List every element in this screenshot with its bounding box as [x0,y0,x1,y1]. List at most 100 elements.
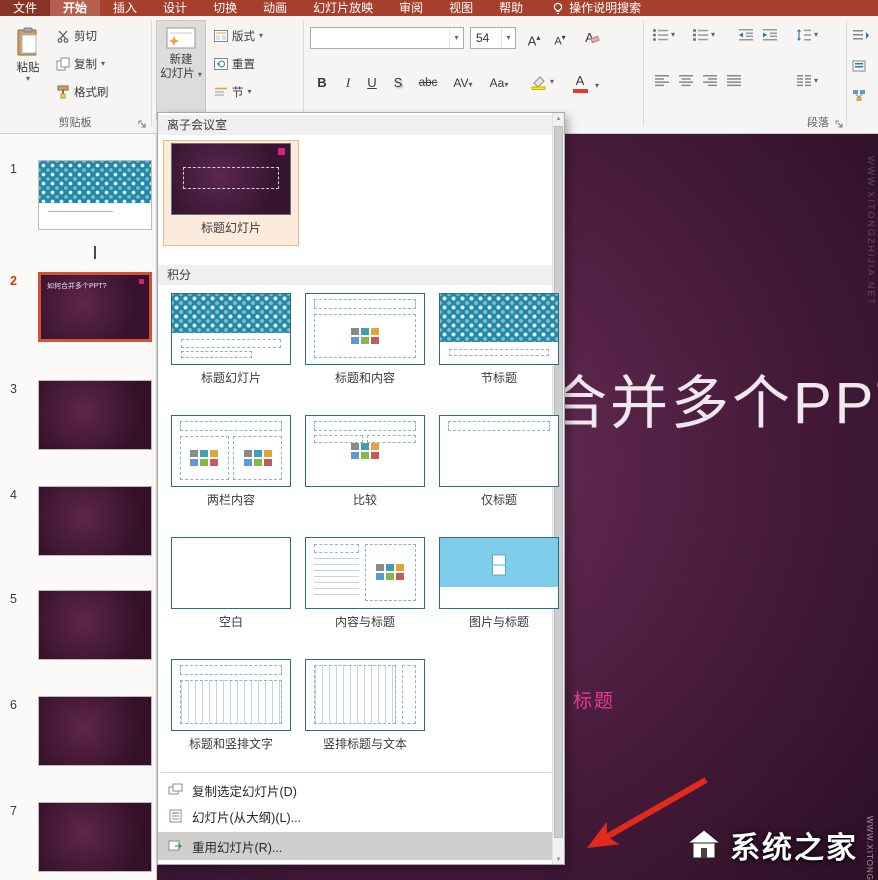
new-slide-label-1: 新建 [170,54,193,66]
tab-animations[interactable]: 动画 [250,0,300,16]
paste-label: 粘贴 [17,61,40,75]
change-case-button[interactable]: Aa▾ [486,72,512,94]
increase-indent-button[interactable] [762,28,778,42]
bullets-button[interactable]: ▾ [652,28,675,42]
italic-button[interactable]: I [338,72,358,94]
decrease-indent-button[interactable] [738,28,754,42]
slide-number-6: 6 [10,698,17,712]
bold-button[interactable]: B [312,72,332,94]
tab-design[interactable]: 设计 [150,0,200,16]
character-spacing-button[interactable]: AV▾ [450,72,476,94]
align-right-icon [702,74,718,87]
layout-button[interactable]: 版式 ▾ [214,26,263,46]
layout-option-teal-title[interactable]: 标题幻灯片 [164,291,298,395]
layout-label: 版式 [232,28,255,44]
clear-formatting-button[interactable]: A [582,27,602,49]
paste-button[interactable]: 粘贴 ▾ [6,21,50,119]
layout-section-header: 离子会议室 [158,115,552,135]
slide-thumbnail-2[interactable]: 如何合并多个PPT? [38,272,152,342]
layout-thumbnail-teal-title [171,293,291,365]
tab-insert[interactable]: 插入 [100,0,150,16]
slide-thumbnail-3[interactable] [38,380,152,450]
text-shadow-button[interactable]: S [388,72,408,94]
paragraph-dialog-launcher[interactable] [834,119,844,129]
convert-smartart-button[interactable] [852,84,878,108]
layout-option-teal-section[interactable]: 节标题 [432,291,566,395]
tab-view[interactable]: 视图 [436,0,486,16]
chevron-down-icon: ▾ [259,32,263,40]
scroll-down-icon[interactable]: ▾ [553,855,564,863]
slide-thumbnail-1[interactable] [38,160,152,230]
font-size-select[interactable]: 54 ▾ [470,27,516,49]
line-spacing-button[interactable]: ▾ [796,28,818,42]
decrease-indent-icon [738,28,754,42]
layout-option-ion-title[interactable]: 标题幻灯片 [164,141,298,245]
cut-button[interactable]: 剪切 [56,26,97,46]
layout-option-blank[interactable]: 空白 [164,535,298,639]
reuse-slides[interactable]: 重用幻灯片(R)... [158,832,552,860]
line-spacing-icon [796,28,812,42]
tell-me-search[interactable]: 操作说明搜索 [552,0,641,16]
slide-thumbnail-6[interactable] [38,696,152,766]
layout-option-comparison[interactable]: 比较 [298,413,432,517]
grow-font-button[interactable]: A▴ [524,27,544,49]
underline-button[interactable]: U [362,72,382,94]
layout-label: 竖排标题与文本 [298,735,432,752]
format-painter-icon [56,85,70,99]
tab-transitions[interactable]: 切换 [200,0,250,16]
shrink-font-button[interactable]: A▾ [550,27,570,49]
font-color-dropdown[interactable]: ▾ [592,73,602,95]
slide-thumbnail-4[interactable] [38,486,152,556]
menu-separator [161,772,551,773]
layout-option-vertical-title[interactable]: 竖排标题与文本 [298,657,432,761]
section-button[interactable]: 节 ▾ [214,82,252,102]
layout-thumbnail-title-content [305,293,425,365]
text-direction-button[interactable] [852,24,878,48]
strikethrough-button[interactable]: abc [414,72,442,94]
ribbon-tab-bar: 文件开始插入设计切换动画幻灯片放映审阅视图帮助 操作说明搜索 [0,0,878,16]
copy-icon [56,57,70,71]
highlight-color-button[interactable]: ▾ [530,74,554,90]
layout-option-vertical-text[interactable]: 标题和竖排文字 [164,657,298,761]
slides-from-outline[interactable]: 幻灯片(从大纲)(L)... [158,804,552,828]
tab-file[interactable]: 文件 [0,0,50,16]
font-name-select[interactable]: ▾ [310,27,464,49]
slide-thumbnail-5[interactable] [38,590,152,660]
numbering-button[interactable]: ▾ [692,28,715,42]
align-left-button[interactable] [654,74,670,87]
chevron-down-icon: ▾ [449,28,463,48]
slide-number-3: 3 [10,382,17,396]
align-center-button[interactable] [678,74,694,87]
tab-home[interactable]: 开始 [50,0,100,16]
layout-option-two-content[interactable]: 两栏内容 [164,413,298,517]
duplicate-selected-slides[interactable]: 复制选定幻灯片(D) [158,778,552,802]
layout-option-picture-caption[interactable]: 图片与标题 [432,535,566,639]
numbered-list-icon [692,28,709,42]
layout-option-title-content[interactable]: 标题和内容 [298,291,432,395]
justify-button[interactable] [726,74,742,87]
format-painter-button[interactable]: 格式刷 [56,82,109,102]
layout-option-content-caption[interactable]: 内容与标题 [298,535,432,639]
layout-thumbnail-title-only [439,415,559,487]
columns-button[interactable]: ▾ [796,74,818,87]
new-slide-icon [166,27,196,49]
slide-thumbnail-7[interactable] [38,802,152,872]
align-right-button[interactable] [702,74,718,87]
font-size-value: 54 [476,31,501,45]
reset-button[interactable]: 重置 [214,54,255,74]
slides-from-outline-icon [168,808,184,824]
font-color-letter: A [576,73,585,88]
font-color-button[interactable]: A [570,73,590,95]
align-text-button[interactable] [852,54,878,78]
clipboard-dialog-launcher[interactable] [137,119,147,129]
insertion-caret [94,246,96,259]
tab-help[interactable]: 帮助 [486,0,536,16]
scroll-up-icon[interactable]: ▴ [553,114,564,122]
copy-button[interactable]: 复制 ▾ [56,54,105,74]
tab-review[interactable]: 审阅 [386,0,436,16]
new-slide-gallery: ▴ ▾ 离子会议室标题幻灯片积分标题幻灯片标题和内容节标题两栏内容比较仅标题空白… [157,112,565,865]
layout-label: 标题幻灯片 [164,369,298,386]
layout-option-title-only[interactable]: 仅标题 [432,413,566,517]
tab-slideshow[interactable]: 幻灯片放映 [300,0,386,16]
new-slide-button[interactable]: 新建 幻灯片 ▾ [156,20,206,120]
